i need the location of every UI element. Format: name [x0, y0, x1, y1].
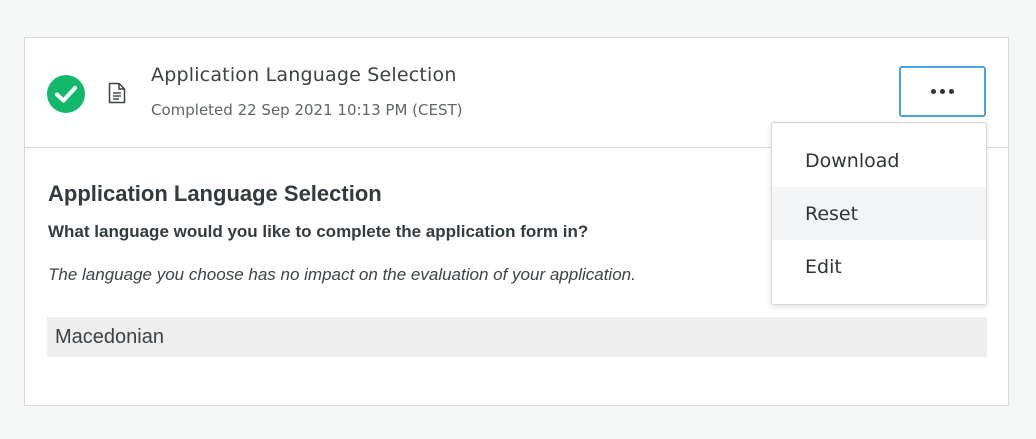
more-horizontal-icon	[929, 89, 956, 94]
more-options-button[interactable]	[899, 66, 986, 117]
menu-item-reset[interactable]: Reset	[772, 187, 986, 240]
menu-item-download[interactable]: Download	[772, 134, 986, 187]
answer-text: Macedonian	[55, 325, 164, 348]
question-text: What language would you like to complete…	[48, 222, 589, 241]
section-title: Application Language Selection	[48, 181, 382, 206]
header-title: Application Language Selection	[151, 64, 457, 86]
question-hint: The language you choose has no impact on…	[48, 265, 636, 284]
menu-item-edit[interactable]: Edit	[772, 240, 986, 293]
options-menu: Download Reset Edit	[771, 122, 987, 305]
completion-status: Completed 22 Sep 2021 10:13 PM (CEST)	[151, 101, 463, 119]
check-circle-icon	[47, 75, 85, 113]
answer-value: Macedonian	[47, 317, 987, 357]
document-icon	[108, 82, 126, 104]
